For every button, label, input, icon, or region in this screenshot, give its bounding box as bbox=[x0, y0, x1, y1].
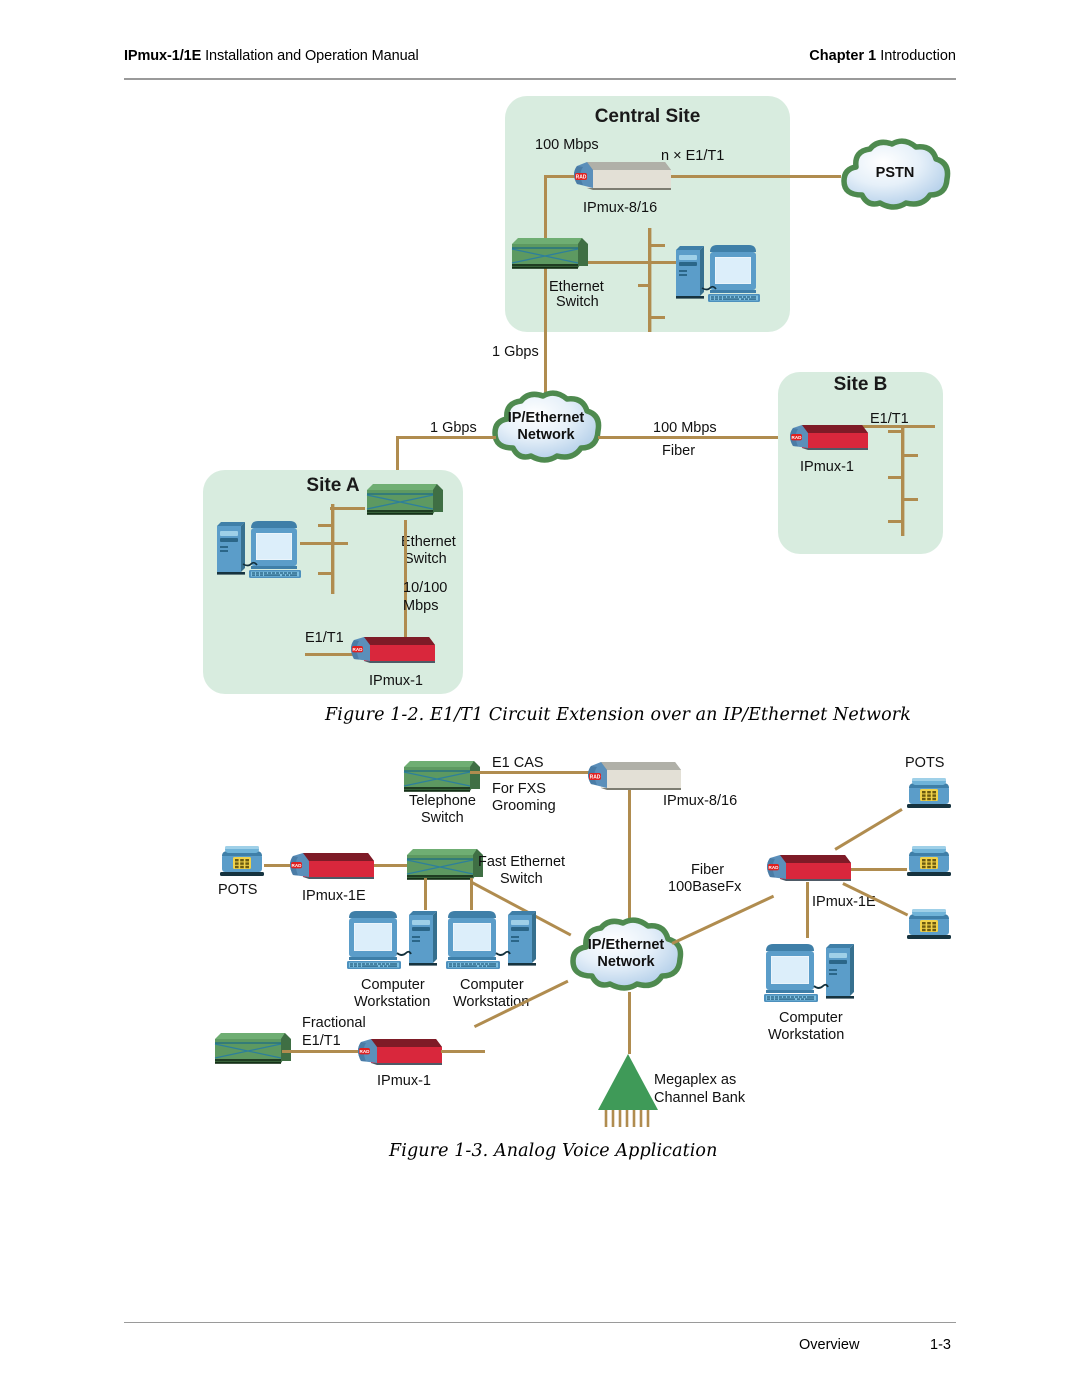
svg-text:RAD: RAD bbox=[590, 775, 601, 781]
figure-1-3-caption: Figure 1-3. Analog Voice Application bbox=[389, 1141, 718, 1161]
label-megaplex-1: Megaplex as bbox=[654, 1072, 737, 1088]
label-ipmux-1e-right: IPmux-1E bbox=[812, 894, 876, 910]
wire-ipmux1-bottom-out bbox=[441, 1050, 485, 1053]
pots-phone-right-1 bbox=[903, 774, 955, 814]
svg-text:RAD: RAD bbox=[292, 863, 303, 868]
wire-ipmux1e-to-workstation3 bbox=[806, 882, 809, 938]
label-fast-ethernet-2: Switch bbox=[500, 871, 543, 887]
device-ipmux-8-16-fig2: RAD bbox=[583, 752, 683, 798]
network-cloud-label-2a: IP/Ethernet bbox=[587, 937, 665, 953]
label-workstation-2a: Computer bbox=[460, 977, 524, 993]
computer-workstation-1 bbox=[345, 905, 437, 973]
figure-1-3-diagram: Telephone Switch E1 CAS For FXS Grooming… bbox=[0, 0, 1080, 1397]
label-fractional-2: E1/T1 bbox=[302, 1033, 341, 1049]
label-telephone-switch-1: Telephone bbox=[409, 793, 476, 809]
pots-phone-right-3 bbox=[903, 905, 955, 945]
wire-ipmux816-to-cloud bbox=[628, 790, 631, 920]
label-ipmux-1e-left: IPmux-1E bbox=[302, 888, 366, 904]
wire-cloud-to-megaplex bbox=[628, 992, 631, 1054]
label-fast-ethernet-1: Fast Ethernet bbox=[478, 854, 566, 870]
wire-ipmux1e-to-pots2 bbox=[851, 868, 907, 871]
label-workstation-3a: Computer bbox=[779, 1010, 843, 1026]
label-fiber-1: Fiber bbox=[691, 862, 725, 878]
computer-workstation-3 bbox=[762, 938, 854, 1006]
manual-page: IPmux-1/1E Installation and Operation Ma… bbox=[0, 0, 1080, 1397]
network-cloud-label-2b: Network bbox=[597, 954, 655, 970]
footer-page-number: 1-3 bbox=[930, 1337, 951, 1353]
label-ipmux-8-16-fig2: IPmux-8/16 bbox=[663, 793, 738, 809]
label-fiber-2: 100BaseFx bbox=[668, 879, 742, 895]
device-ipmux-1e-left: RAD bbox=[286, 843, 378, 887]
device-ipmux-1e-right: RAD bbox=[763, 845, 855, 889]
computer-workstation-2 bbox=[444, 905, 536, 973]
device-ipmux-1-bottom: RAD bbox=[354, 1029, 446, 1073]
label-for-fxs: For FXS bbox=[492, 781, 546, 797]
label-pots-left: POTS bbox=[218, 882, 258, 898]
label-ipmux-1-bottom: IPmux-1 bbox=[377, 1073, 431, 1089]
label-pots-right: POTS bbox=[905, 755, 945, 771]
label-workstation-1a: Computer bbox=[361, 977, 425, 993]
label-telephone-switch-2: Switch bbox=[421, 810, 464, 826]
wire-ipmux1e-to-pots1 bbox=[834, 808, 903, 851]
label-workstation-2b: Workstation bbox=[453, 994, 530, 1010]
label-megaplex-2: Channel Bank bbox=[654, 1090, 746, 1106]
svg-text:RAD: RAD bbox=[769, 865, 780, 870]
footer-divider bbox=[124, 1322, 956, 1324]
svg-text:RAD: RAD bbox=[360, 1049, 371, 1054]
footer-section-label: Overview bbox=[799, 1337, 860, 1353]
label-workstation-3b: Workstation bbox=[768, 1027, 845, 1043]
label-workstation-1b: Workstation bbox=[354, 994, 431, 1010]
pots-phone-right-2 bbox=[903, 842, 955, 882]
ip-ethernet-network-cloud-2: IP/Ethernet Network bbox=[565, 915, 687, 999]
wire-switch-to-ipmux1-bottom bbox=[282, 1050, 362, 1053]
label-grooming: Grooming bbox=[492, 798, 556, 814]
label-e1-cas: E1 CAS bbox=[492, 755, 544, 771]
pots-phone-left bbox=[216, 842, 268, 882]
